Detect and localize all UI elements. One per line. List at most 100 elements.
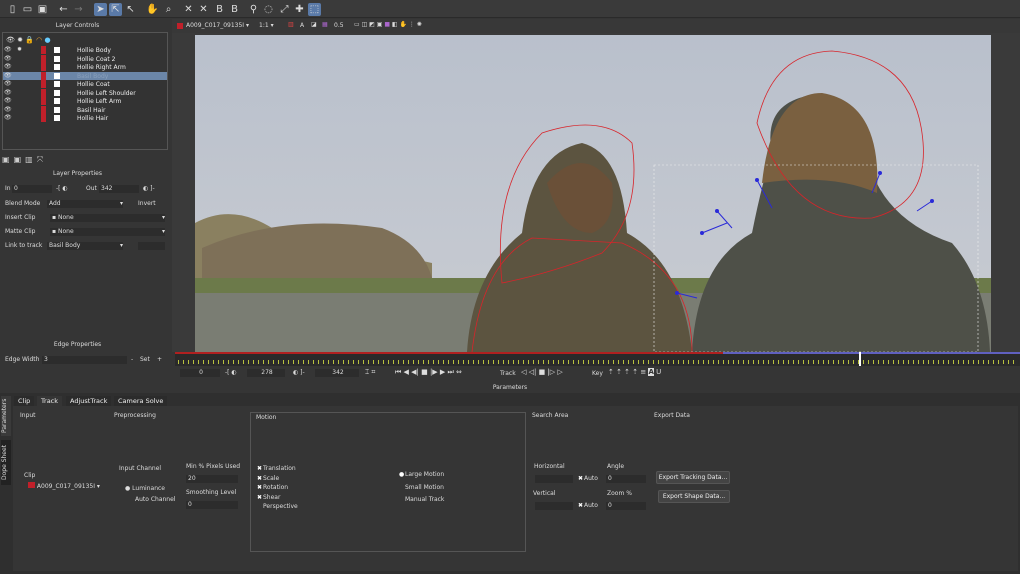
- layer-row[interactable]: 👁 Hollie Hair: [3, 114, 167, 123]
- visibility-eye-icon[interactable]: 👁: [4, 97, 12, 104]
- zoom-icon[interactable]: ⌕: [162, 3, 175, 16]
- edge-set-button[interactable]: Set: [140, 356, 150, 363]
- bspline-icon[interactable]: B: [213, 3, 226, 16]
- export-shape-data-button[interactable]: Export Shape Data...: [658, 490, 730, 503]
- zoom-select[interactable]: 1:1 ▾: [259, 22, 274, 29]
- layer-row[interactable]: 👁 Hollie Coat: [3, 80, 167, 89]
- layer-row[interactable]: 👁 Hollie Coat 2: [3, 54, 167, 64]
- undo-icon[interactable]: ←: [57, 3, 70, 16]
- layer-actions[interactable]: ▣▣▥⤧: [2, 155, 47, 165]
- smoothing-field[interactable]: 0: [186, 501, 238, 509]
- motion-checkbox[interactable]: ✖Scale: [257, 475, 279, 482]
- xspline-add-icon[interactable]: ✕: [197, 3, 210, 16]
- zoom-percent-field[interactable]: 0: [606, 502, 646, 510]
- in-field[interactable]: 0: [12, 185, 52, 193]
- tab-adjusttrack[interactable]: AdjustTrack: [66, 396, 112, 406]
- save-icon[interactable]: ▣: [36, 3, 49, 16]
- layer-row[interactable]: 👁 Hollie Left Arm: [3, 97, 167, 106]
- layer-color-swatch[interactable]: [41, 46, 46, 54]
- delete-layer-icon[interactable]: ▥: [25, 155, 37, 164]
- vertical-auto-checkbox[interactable]: ✖Auto: [578, 502, 598, 509]
- lasso-icon[interactable]: ◌: [262, 3, 275, 16]
- xspline-icon[interactable]: ✕: [182, 3, 195, 16]
- side-tab-parameters[interactable]: Parameters: [1, 396, 11, 436]
- layer-row[interactable]: 👁 Hollie Right Arm: [3, 63, 167, 72]
- overlay-icon[interactable]: ◪: [311, 21, 317, 28]
- tab-clip[interactable]: Clip: [14, 396, 35, 406]
- edge-plus-button[interactable]: +: [157, 356, 162, 363]
- visibility-eye-icon[interactable]: 👁: [4, 80, 12, 87]
- range-icons[interactable]: ⌶ ⌗: [365, 368, 375, 377]
- tab-track[interactable]: Track: [37, 396, 63, 406]
- motion-mode-radio[interactable]: Small Motion: [399, 484, 444, 491]
- select-arrow-icon[interactable]: ➤: [94, 3, 107, 16]
- matte-color-swatch[interactable]: [54, 89, 60, 96]
- motion-checkbox[interactable]: ✖Rotation: [257, 484, 288, 491]
- duplicate-layer-icon[interactable]: ▣: [14, 155, 26, 164]
- add-layer-icon[interactable]: ▣: [2, 155, 14, 164]
- start-frame-field[interactable]: 0: [180, 369, 220, 377]
- layer-color-swatch[interactable]: [41, 105, 46, 114]
- matte-color-swatch[interactable]: [54, 106, 60, 113]
- vertical-field[interactable]: [535, 502, 573, 510]
- merge-layer-icon[interactable]: ⤧: [37, 155, 47, 164]
- clip-select[interactable]: A009_C017_09135I ▾: [186, 22, 249, 29]
- side-tab-dope-sheet[interactable]: Dope Sheet: [1, 440, 11, 485]
- horizontal-auto-checkbox[interactable]: ✖Auto: [578, 475, 598, 482]
- tab-camera-solve[interactable]: Camera Solve: [114, 396, 168, 406]
- matte-color-swatch[interactable]: [54, 72, 60, 79]
- link-icon[interactable]: ⚲: [247, 3, 260, 16]
- matte-color-swatch[interactable]: [54, 115, 60, 121]
- layer-color-swatch[interactable]: [41, 97, 46, 105]
- select-points-icon[interactable]: ⇱: [109, 3, 122, 16]
- min-pixels-field[interactable]: 20: [186, 475, 238, 483]
- hand-pan-icon[interactable]: ✋: [146, 3, 159, 16]
- layer-color-swatch[interactable]: [41, 114, 46, 122]
- timeline-ruler[interactable]: [175, 352, 1020, 366]
- move-cross-icon[interactable]: ✚: [293, 3, 306, 16]
- layer-color-swatch[interactable]: [41, 54, 46, 63]
- set-in-point-icon[interactable]: -[ ◐: [225, 369, 237, 376]
- layer-color-swatch[interactable]: [41, 63, 46, 71]
- matte-clip-select[interactable]: ▪ None ▾: [50, 228, 165, 236]
- invert-checkbox[interactable]: Invert: [138, 200, 156, 207]
- opacity-value[interactable]: 0.5: [334, 22, 344, 29]
- transform-icon[interactable]: ⤢: [278, 3, 291, 16]
- layer-color-swatch[interactable]: [41, 71, 46, 80]
- out-frame-field[interactable]: 342: [315, 369, 359, 377]
- layer-row[interactable]: 👁 Basil Hair: [3, 105, 167, 115]
- visibility-eye-icon[interactable]: 👁: [4, 46, 12, 53]
- link-track-extra-field[interactable]: [138, 242, 165, 250]
- matte-color-swatch[interactable]: [54, 81, 60, 87]
- visibility-eye-icon[interactable]: 👁: [4, 89, 12, 96]
- motion-checkbox[interactable]: ✖Shear: [257, 494, 280, 501]
- visibility-eye-icon[interactable]: 👁: [4, 106, 12, 113]
- motion-checkbox[interactable]: ✖Translation: [257, 465, 296, 472]
- matte-color-swatch[interactable]: [54, 64, 60, 70]
- angle-field[interactable]: 0: [606, 475, 646, 483]
- track-controls[interactable]: ◁ ◁| ■ |▷ ▷: [521, 368, 563, 376]
- link-to-track-select[interactable]: Basil Body ▾: [47, 242, 123, 250]
- layer-color-swatch[interactable]: [41, 80, 46, 88]
- visibility-eye-icon[interactable]: 👁: [4, 72, 12, 79]
- viewer-canvas[interactable]: [172, 33, 1020, 352]
- out-field[interactable]: 342: [99, 185, 139, 193]
- export-tracking-data-button[interactable]: Export Tracking Data...: [656, 471, 730, 484]
- horizontal-field[interactable]: [535, 475, 573, 483]
- matte-color-swatch[interactable]: [54, 98, 60, 104]
- playback-controls[interactable]: ⏮ ◀ ◀| ■ |▶ ▶ ⏭ ⇔: [395, 368, 462, 377]
- visibility-eye-icon[interactable]: 👁: [4, 114, 12, 121]
- matte-view-icon[interactable]: ▦: [322, 21, 328, 28]
- alpha-channel-button[interactable]: A: [300, 22, 304, 29]
- visibility-eye-icon[interactable]: 👁: [4, 55, 12, 62]
- luminance-radio[interactable]: ● Luminance: [125, 485, 165, 492]
- bspline-add-icon[interactable]: B: [228, 3, 241, 16]
- rgb-channel-icon[interactable]: ▥: [288, 21, 294, 28]
- matte-color-swatch[interactable]: [54, 55, 60, 62]
- surface-icon[interactable]: ⬚: [308, 3, 321, 16]
- layer-color-swatch[interactable]: [41, 88, 46, 97]
- open-folder-icon[interactable]: ▭: [21, 3, 34, 16]
- edge-minus-button[interactable]: -: [131, 356, 133, 363]
- blend-mode-select[interactable]: Add ▾: [47, 200, 123, 208]
- layer-row[interactable]: 👁 Hollie Left Shoulder: [3, 88, 167, 98]
